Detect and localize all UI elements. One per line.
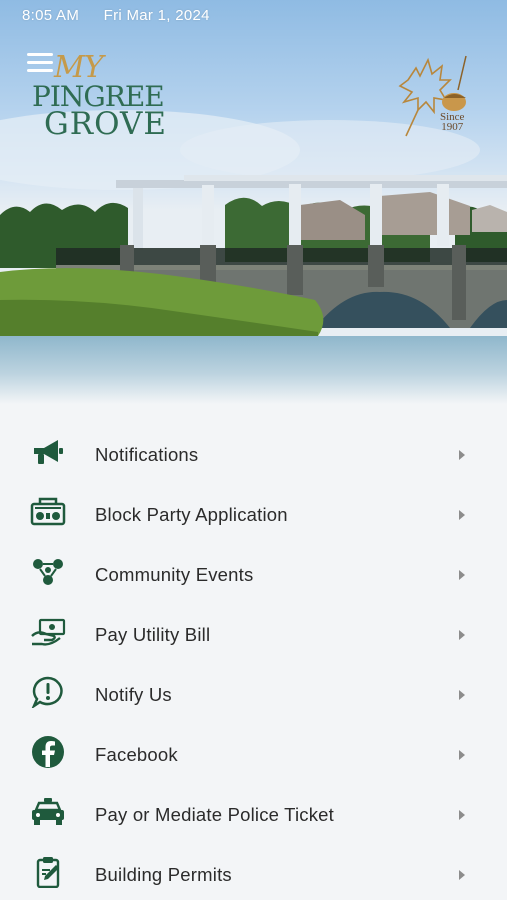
menu-item-notify-us[interactable]: Notify Us <box>0 660 507 720</box>
police-car-icon <box>32 798 64 825</box>
menu-item-block-party-application[interactable]: Block Party Application <box>0 480 507 540</box>
chevron-right-icon <box>459 870 465 880</box>
facebook-icon <box>32 736 64 768</box>
status-date: Fri Mar 1, 2024 <box>103 7 210 24</box>
chevron-right-icon <box>459 690 465 700</box>
menu-item-label: Building Permits <box>95 864 232 885</box>
village-seal-logo: Since 1907 <box>396 50 474 142</box>
clipboard-edit-icon <box>36 857 60 888</box>
hand-money-icon <box>31 618 66 646</box>
menu-item-label: Block Party Application <box>95 504 288 525</box>
main-menu-list: Notifications Block Party Application Co… <box>0 404 507 900</box>
menu-item-community-events[interactable]: Community Events <box>0 540 507 600</box>
hamburger-menu-icon[interactable] <box>27 53 55 75</box>
chevron-right-icon <box>459 750 465 760</box>
chevron-right-icon <box>459 510 465 520</box>
menu-item-pay-utility-bill[interactable]: Pay Utility Bill <box>0 600 507 660</box>
seal-year-text: 1907 <box>441 121 464 133</box>
status-bar: 8:05 AM Fri Mar 1, 2024 <box>22 7 210 24</box>
megaphone-icon <box>34 440 63 464</box>
menu-item-building-permits[interactable]: Building Permits <box>0 840 507 900</box>
menu-item-label: Notify Us <box>95 684 172 705</box>
menu-item-pay-or-mediate-police-ticket[interactable]: Pay or Mediate Police Ticket <box>0 780 507 840</box>
community-icon <box>33 559 63 585</box>
menu-item-label: Community Events <box>95 564 254 585</box>
boombox-icon <box>30 497 66 526</box>
menu-item-label: Pay Utility Bill <box>95 624 211 645</box>
status-time: 8:05 AM <box>22 7 80 24</box>
chevron-right-icon <box>459 570 465 580</box>
chevron-right-icon <box>459 450 465 460</box>
menu-item-label: Facebook <box>95 744 178 765</box>
chevron-right-icon <box>459 810 465 820</box>
menu-item-notifications[interactable]: Notifications <box>0 420 507 480</box>
chevron-right-icon <box>459 630 465 640</box>
hero-banner: 8:05 AM Fri Mar 1, 2024 MY PINGREE GROVE… <box>0 0 507 404</box>
alert-bubble-icon <box>31 676 63 708</box>
menu-item-label: Notifications <box>95 444 199 465</box>
logo-grove-text: GROVE <box>44 106 167 142</box>
menu-item-facebook[interactable]: Facebook <box>0 720 507 780</box>
menu-item-label: Pay or Mediate Police Ticket <box>95 804 335 825</box>
